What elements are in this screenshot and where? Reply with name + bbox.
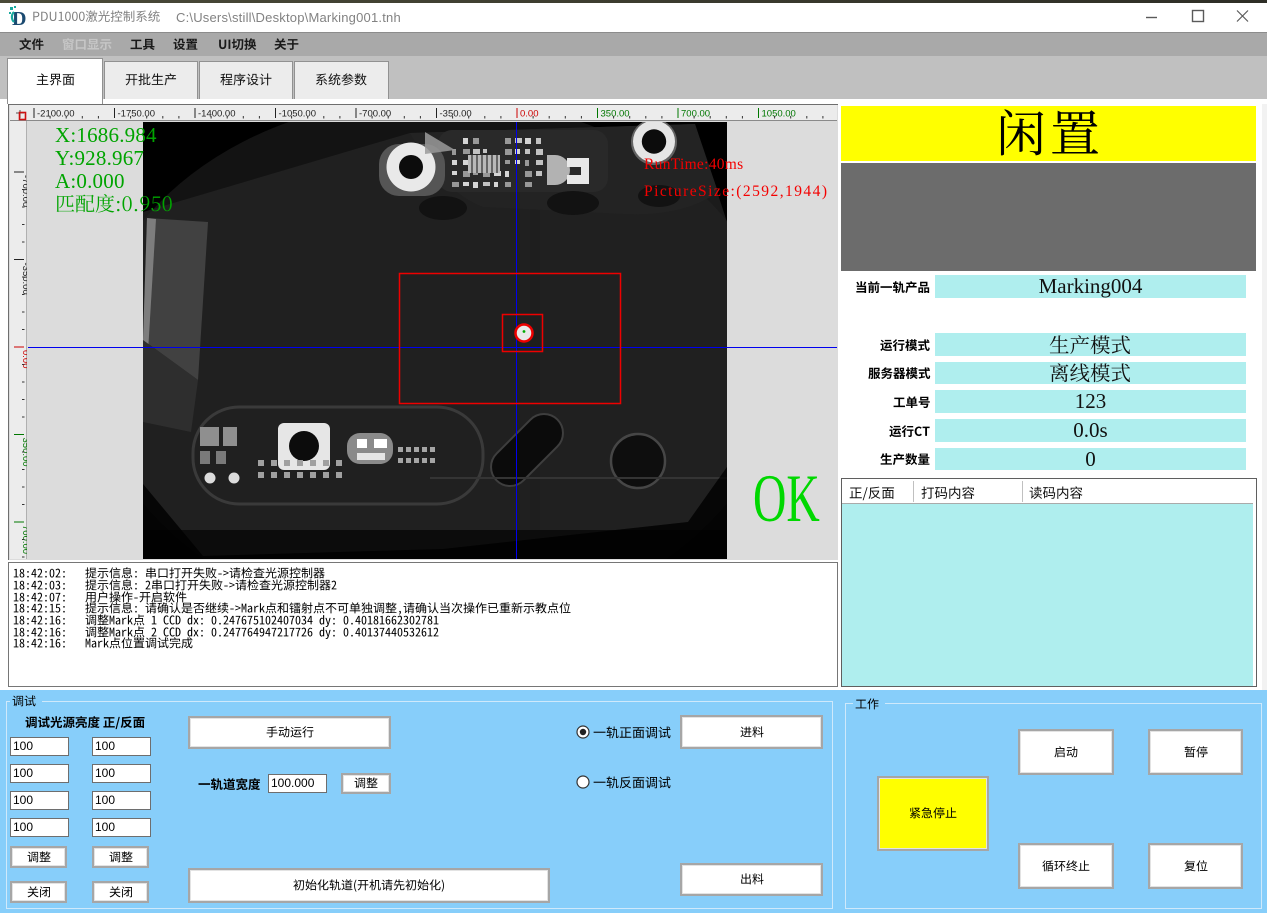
svg-text:0.00: 0.00 [20, 350, 27, 369]
svg-text:-2100.00: -2100.00 [37, 109, 75, 120]
svg-text:0.00: 0.00 [520, 109, 539, 120]
svg-text:-1050.00: -1050.00 [279, 109, 317, 120]
svg-text:-350.00: -350.00 [440, 109, 472, 120]
svg-text:350.00: 350.00 [601, 109, 630, 120]
svg-text:-700.00: -700.00 [359, 109, 391, 120]
svg-text:-1750.00: -1750.00 [118, 109, 156, 120]
svg-text:-1400.00: -1400.00 [198, 109, 236, 120]
svg-text:D: D [12, 8, 26, 28]
svg-text:-350.00: -350.00 [20, 263, 27, 295]
svg-text:-700.00: -700.00 [20, 175, 27, 207]
svg-text:700.00: 700.00 [681, 109, 710, 120]
